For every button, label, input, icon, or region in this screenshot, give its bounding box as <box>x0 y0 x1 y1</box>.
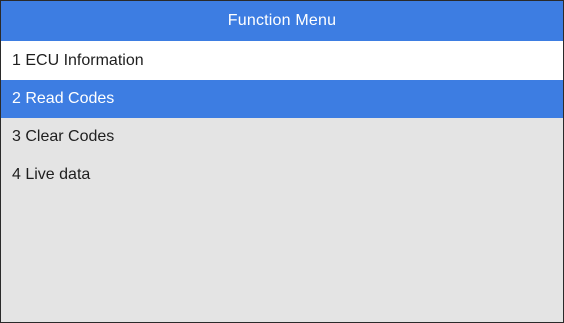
title-bar: Function Menu <box>1 1 563 41</box>
page-title: Function Menu <box>227 12 337 29</box>
menu-item-label: 4 Live data <box>12 166 91 183</box>
menu-item-label: 2 Read Codes <box>12 90 115 107</box>
function-menu-screen: Function Menu 1 ECU Information 2 Read C… <box>0 0 564 323</box>
menu-item-label: 1 ECU Information <box>12 51 144 69</box>
menu-item-live-data[interactable]: 4 Live data <box>1 156 563 194</box>
menu-item-clear-codes[interactable]: 3 Clear Codes <box>1 118 563 156</box>
function-menu-list: 1 ECU Information 2 Read Codes 3 Clear C… <box>1 41 563 322</box>
menu-item-read-codes[interactable]: 2 Read Codes <box>1 80 563 118</box>
menu-item-ecu-information[interactable]: 1 ECU Information <box>1 41 563 80</box>
menu-item-label: 3 Clear Codes <box>12 128 115 145</box>
